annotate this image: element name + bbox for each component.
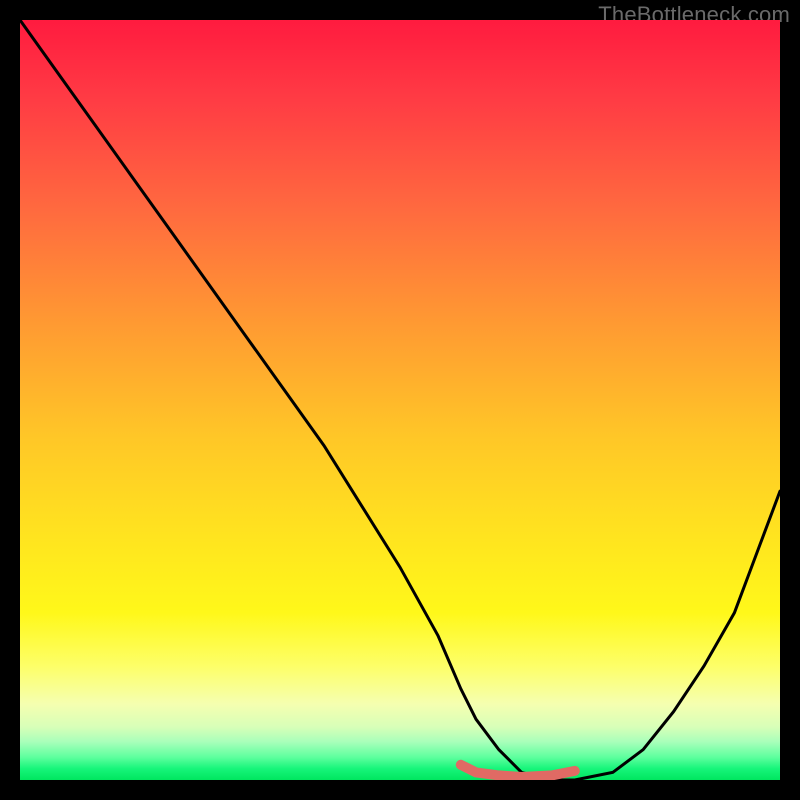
chart-frame: TheBottleneck.com — [0, 0, 800, 800]
chart-plot-area — [20, 20, 780, 780]
bottleneck-curve-path — [20, 20, 780, 780]
chart-svg — [20, 20, 780, 780]
